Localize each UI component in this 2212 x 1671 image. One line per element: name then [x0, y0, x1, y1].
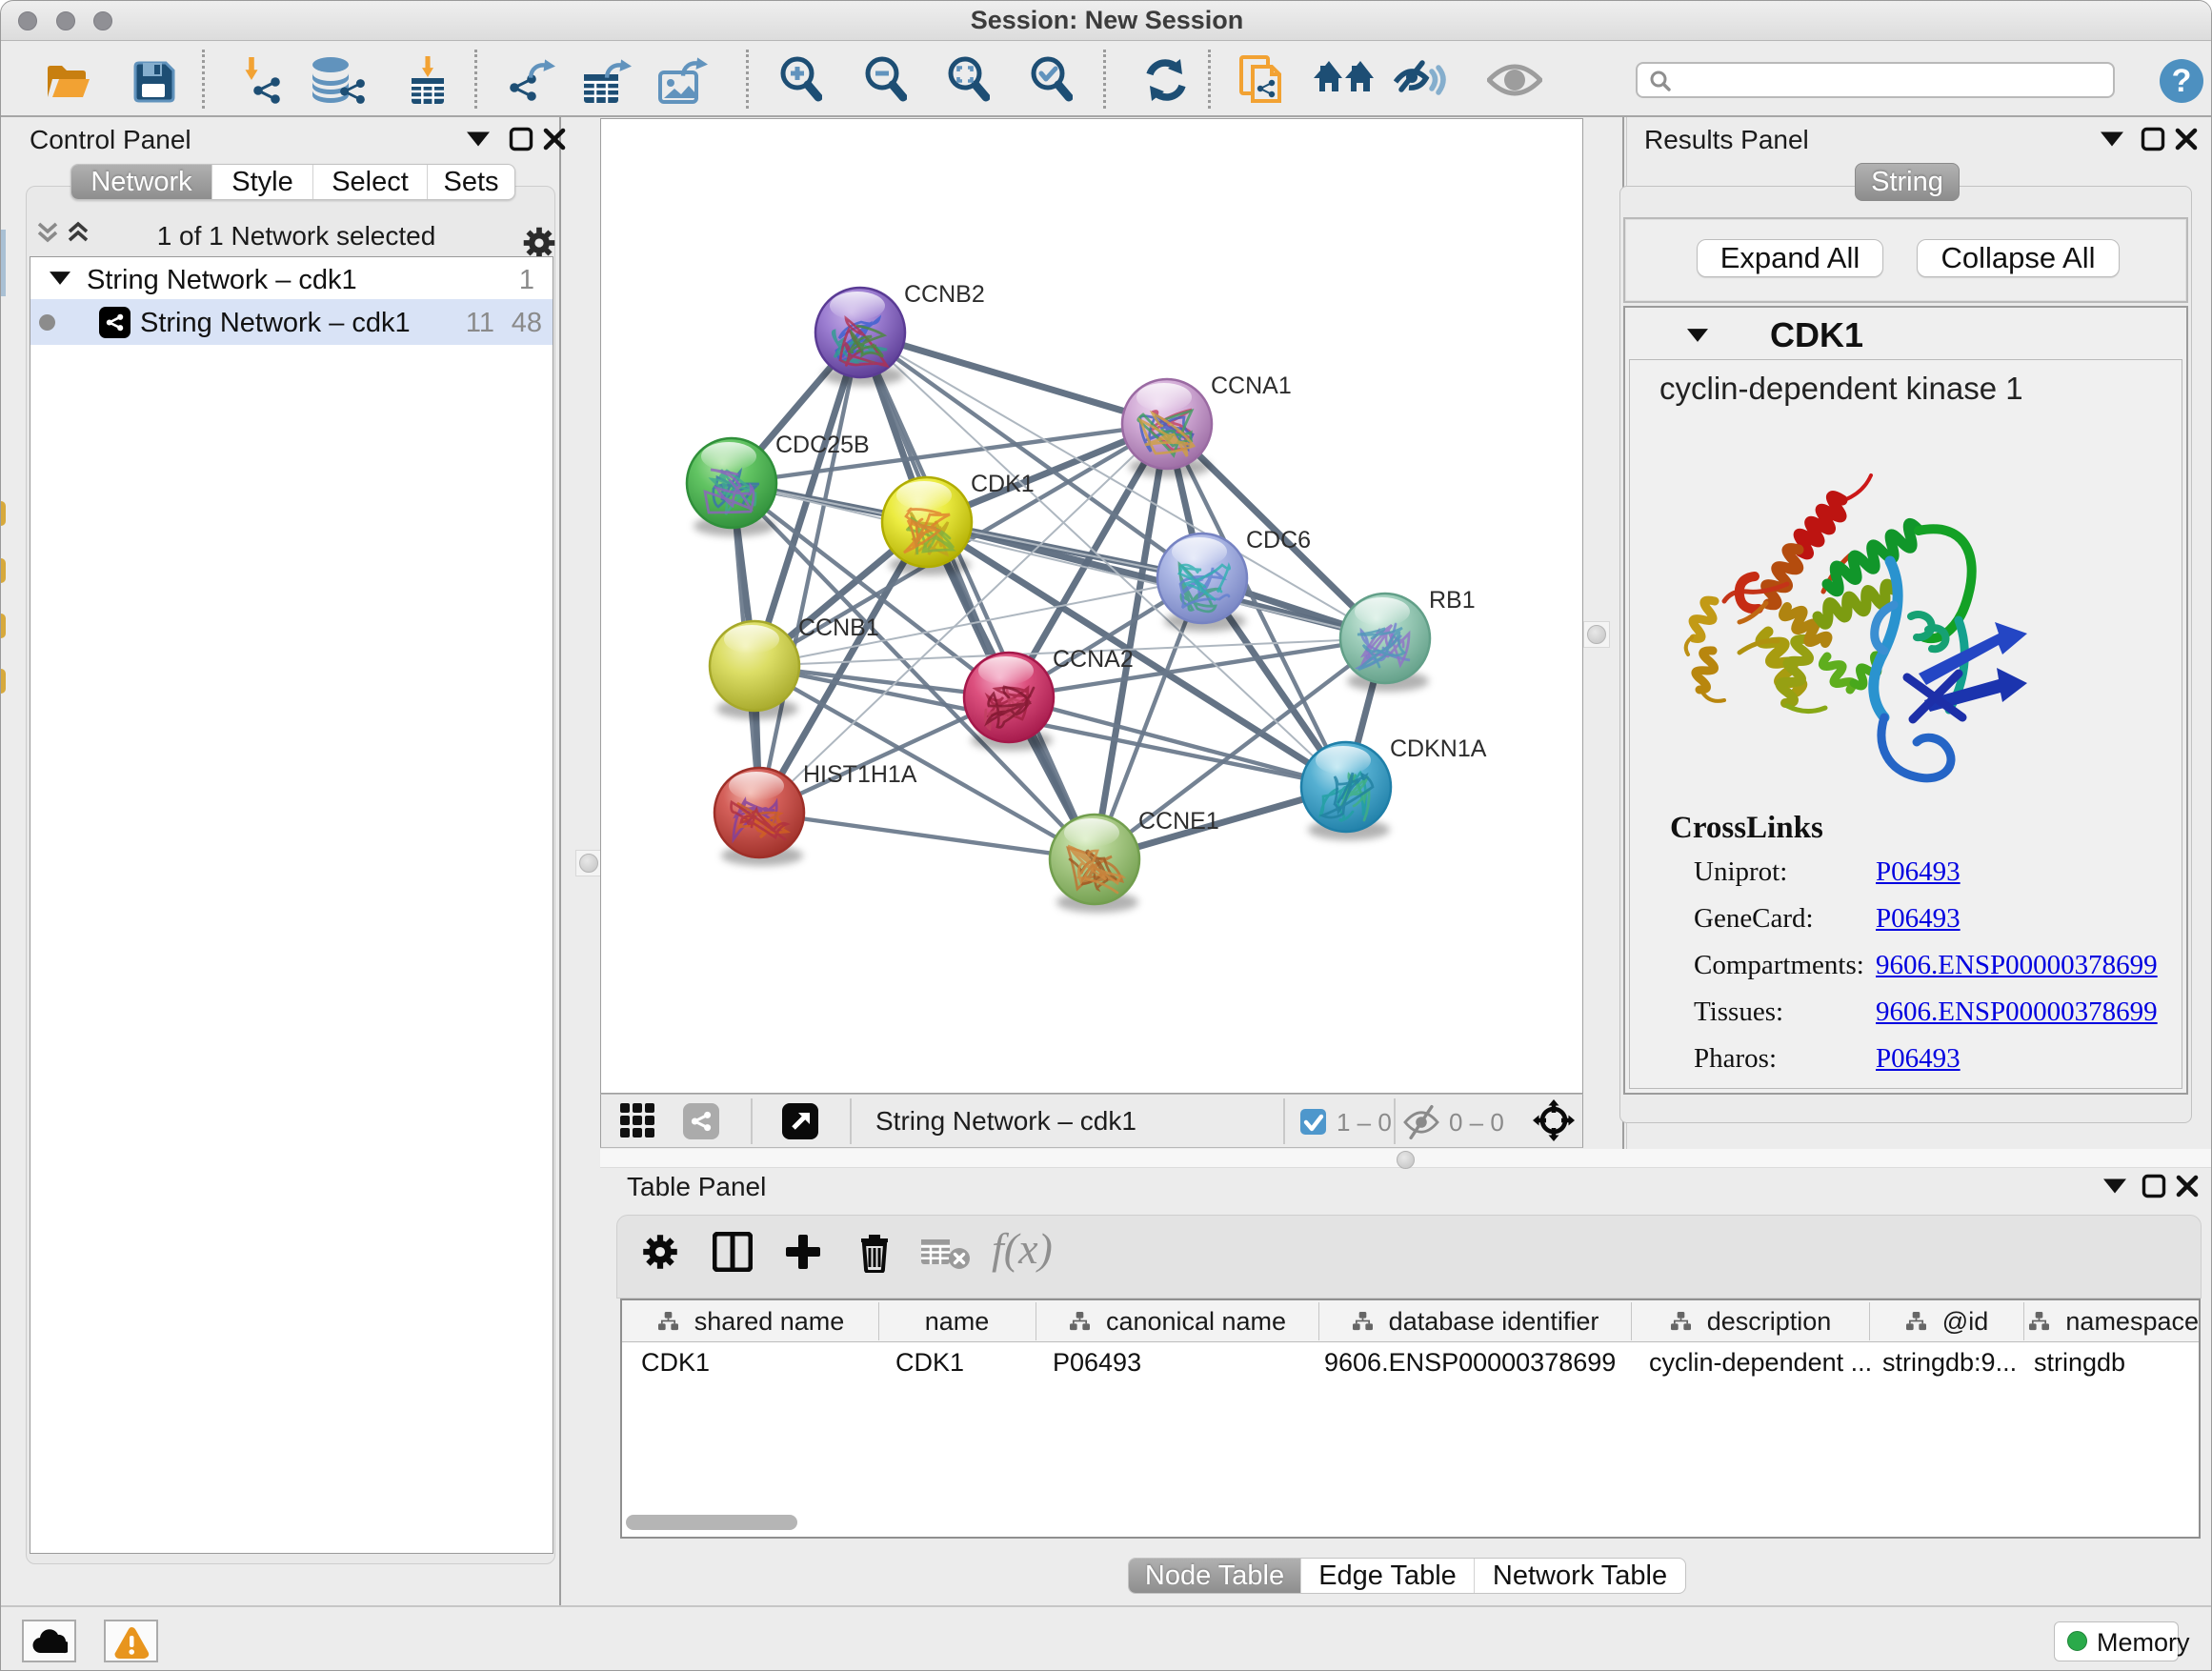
svg-text:CDC6: CDC6	[1246, 527, 1311, 554]
svg-text:CDK1: CDK1	[971, 471, 1035, 497]
svg-text:HIST1H1A: HIST1H1A	[803, 761, 917, 788]
svg-text:?: ?	[2172, 63, 2192, 99]
svg-text:CDKN1A: CDKN1A	[1390, 735, 1487, 762]
svg-text:CCNE1: CCNE1	[1138, 808, 1219, 835]
svg-text:CCNA1: CCNA1	[1211, 372, 1292, 399]
svg-text:CCNB1: CCNB1	[798, 614, 879, 641]
svg-text:RB1: RB1	[1429, 587, 1476, 614]
svg-text:CDC25B: CDC25B	[775, 432, 870, 458]
svg-text:CCNA2: CCNA2	[1053, 646, 1134, 673]
svg-text:CCNB2: CCNB2	[904, 281, 985, 308]
